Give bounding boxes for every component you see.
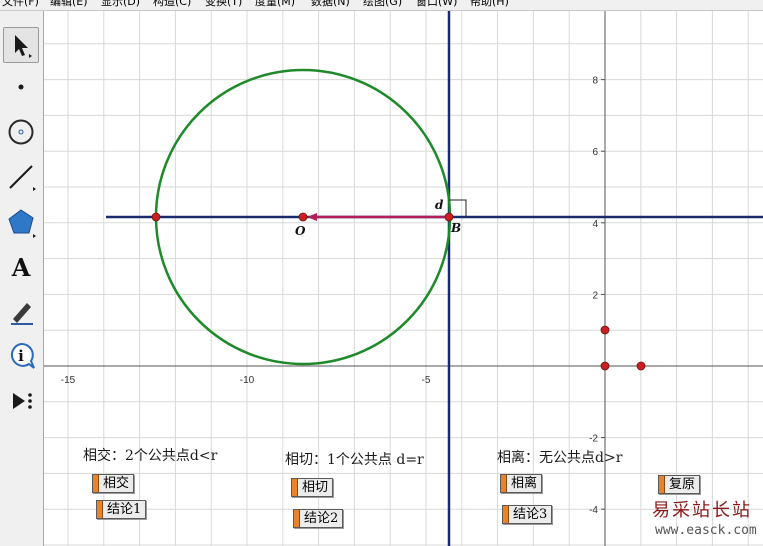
y-tick-label: -4 <box>589 505 598 516</box>
caption-separate: 相离：无公共点d>r <box>497 450 623 466</box>
caption-tangent: 相切：1个公共点 d=r <box>285 452 424 468</box>
menu-graph[interactable]: 绘图(G) <box>363 0 402 9</box>
conclusion2-button-label: 结论2 <box>304 511 339 526</box>
menu-help[interactable]: 帮助(H) <box>470 0 509 9</box>
conclusion3-button[interactable]: 结论3 <box>502 505 553 524</box>
separate-button-label: 相离 <box>511 476 538 491</box>
information-glyph: i <box>18 347 24 365</box>
menu-measure[interactable]: 度量(M) <box>255 0 295 9</box>
menu-display[interactable]: 显示(D) <box>101 0 140 9</box>
caption-intersect: 相交：2个公共点d<r <box>83 448 218 464</box>
information-icon[interactable]: i <box>3 338 39 374</box>
menu-bar: 文件(F) 编辑(E) 显示(D) 构造(C) 变换(T) 度量(M) 数据(N… <box>0 0 763 11</box>
y-tick-label: 8 <box>592 76 598 87</box>
text-icon[interactable]: A <box>3 249 39 285</box>
tangent-button[interactable]: 相切 <box>291 478 334 497</box>
toolbox: A i <box>0 11 44 546</box>
distance-arrow-head <box>307 213 317 221</box>
point-icon[interactable] <box>3 69 39 105</box>
polygon-icon[interactable] <box>3 204 39 240</box>
y-tick-label: -2 <box>589 434 598 445</box>
control-point[interactable] <box>600 361 610 371</box>
custom-tool-icon[interactable] <box>3 383 39 419</box>
menu-data[interactable]: 数据(N) <box>311 0 350 9</box>
conclusion3-button-label: 结论3 <box>513 507 548 522</box>
label-o: O <box>295 224 306 238</box>
watermark-logo-text: 易采站长站 <box>652 500 752 521</box>
reset-button-label: 复原 <box>669 477 696 492</box>
y-tick-label: 6 <box>592 147 598 158</box>
geometry-figure[interactable]: O Bd <box>106 11 763 546</box>
watermark-url: www.easck.com <box>655 523 757 538</box>
y-tick-label: 4 <box>592 219 598 230</box>
label-d: d <box>435 198 444 212</box>
x-tick-label: -10 <box>240 375 255 386</box>
straightedge-icon[interactable] <box>3 159 39 195</box>
center-point-o[interactable] <box>298 212 308 222</box>
menu-construct[interactable]: 构造(C) <box>153 0 191 9</box>
separate-button[interactable]: 相离 <box>500 474 543 493</box>
control-point[interactable] <box>600 325 610 335</box>
marker-icon[interactable] <box>3 293 39 329</box>
intersect-button[interactable]: 相交 <box>92 474 135 493</box>
conclusion1-button-label: 结论1 <box>107 502 142 517</box>
menu-window[interactable]: 窗口(W) <box>416 0 457 9</box>
arrow-select-icon[interactable] <box>3 27 39 63</box>
intersect-button-label: 相交 <box>103 476 130 491</box>
menu-edit[interactable]: 编辑(E) <box>50 0 88 9</box>
x-tick-label: -5 <box>422 375 431 386</box>
control-point[interactable] <box>636 361 646 371</box>
compass-icon[interactable] <box>3 114 39 150</box>
menu-file[interactable]: 文件(F) <box>2 0 39 9</box>
tangent-button-label: 相切 <box>302 480 329 495</box>
conclusion2-button[interactable]: 结论2 <box>293 509 344 528</box>
reset-button[interactable]: 复原 <box>658 475 701 494</box>
circle-left-intersection-point[interactable] <box>151 212 161 222</box>
tangent-point-b[interactable] <box>444 212 454 222</box>
menu-transform[interactable]: 变换(T) <box>205 0 242 9</box>
label-b: B <box>450 221 461 235</box>
y-tick-label: 2 <box>592 290 598 301</box>
x-tick-label: -15 <box>61 375 76 386</box>
conclusion1-button[interactable]: 结论1 <box>96 500 147 519</box>
